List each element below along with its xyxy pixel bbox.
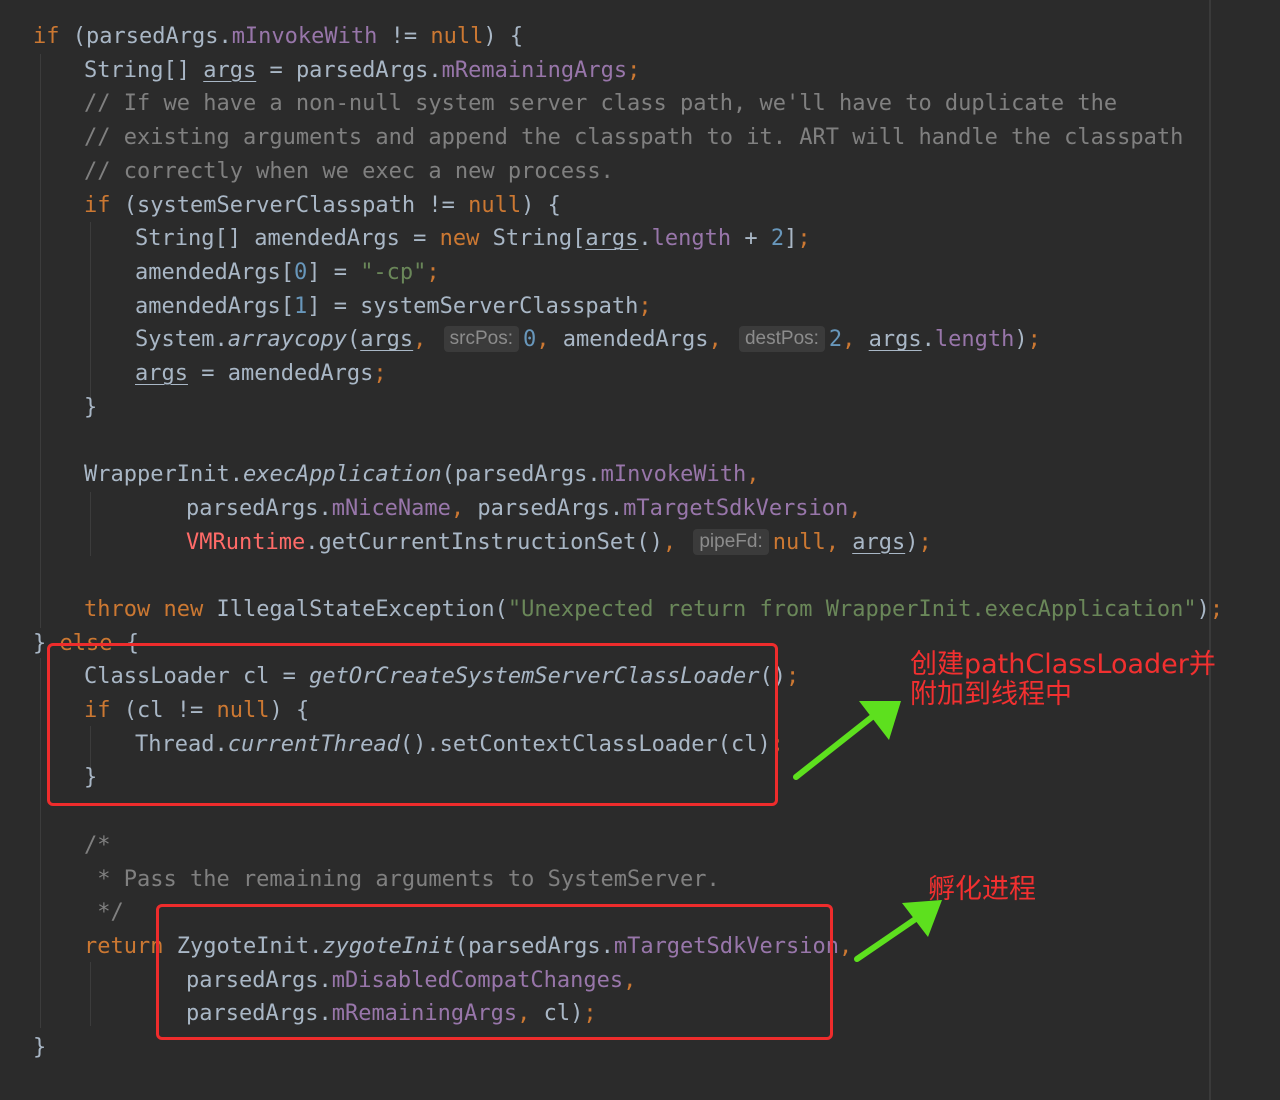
arrow-to-zygote [854,900,942,962]
annotation-arrows [793,701,942,962]
code-editor[interactable]: if (parsedArgs.mInvokeWith != null) {Str… [0,0,1280,1100]
arrow-to-classloader [793,701,901,780]
